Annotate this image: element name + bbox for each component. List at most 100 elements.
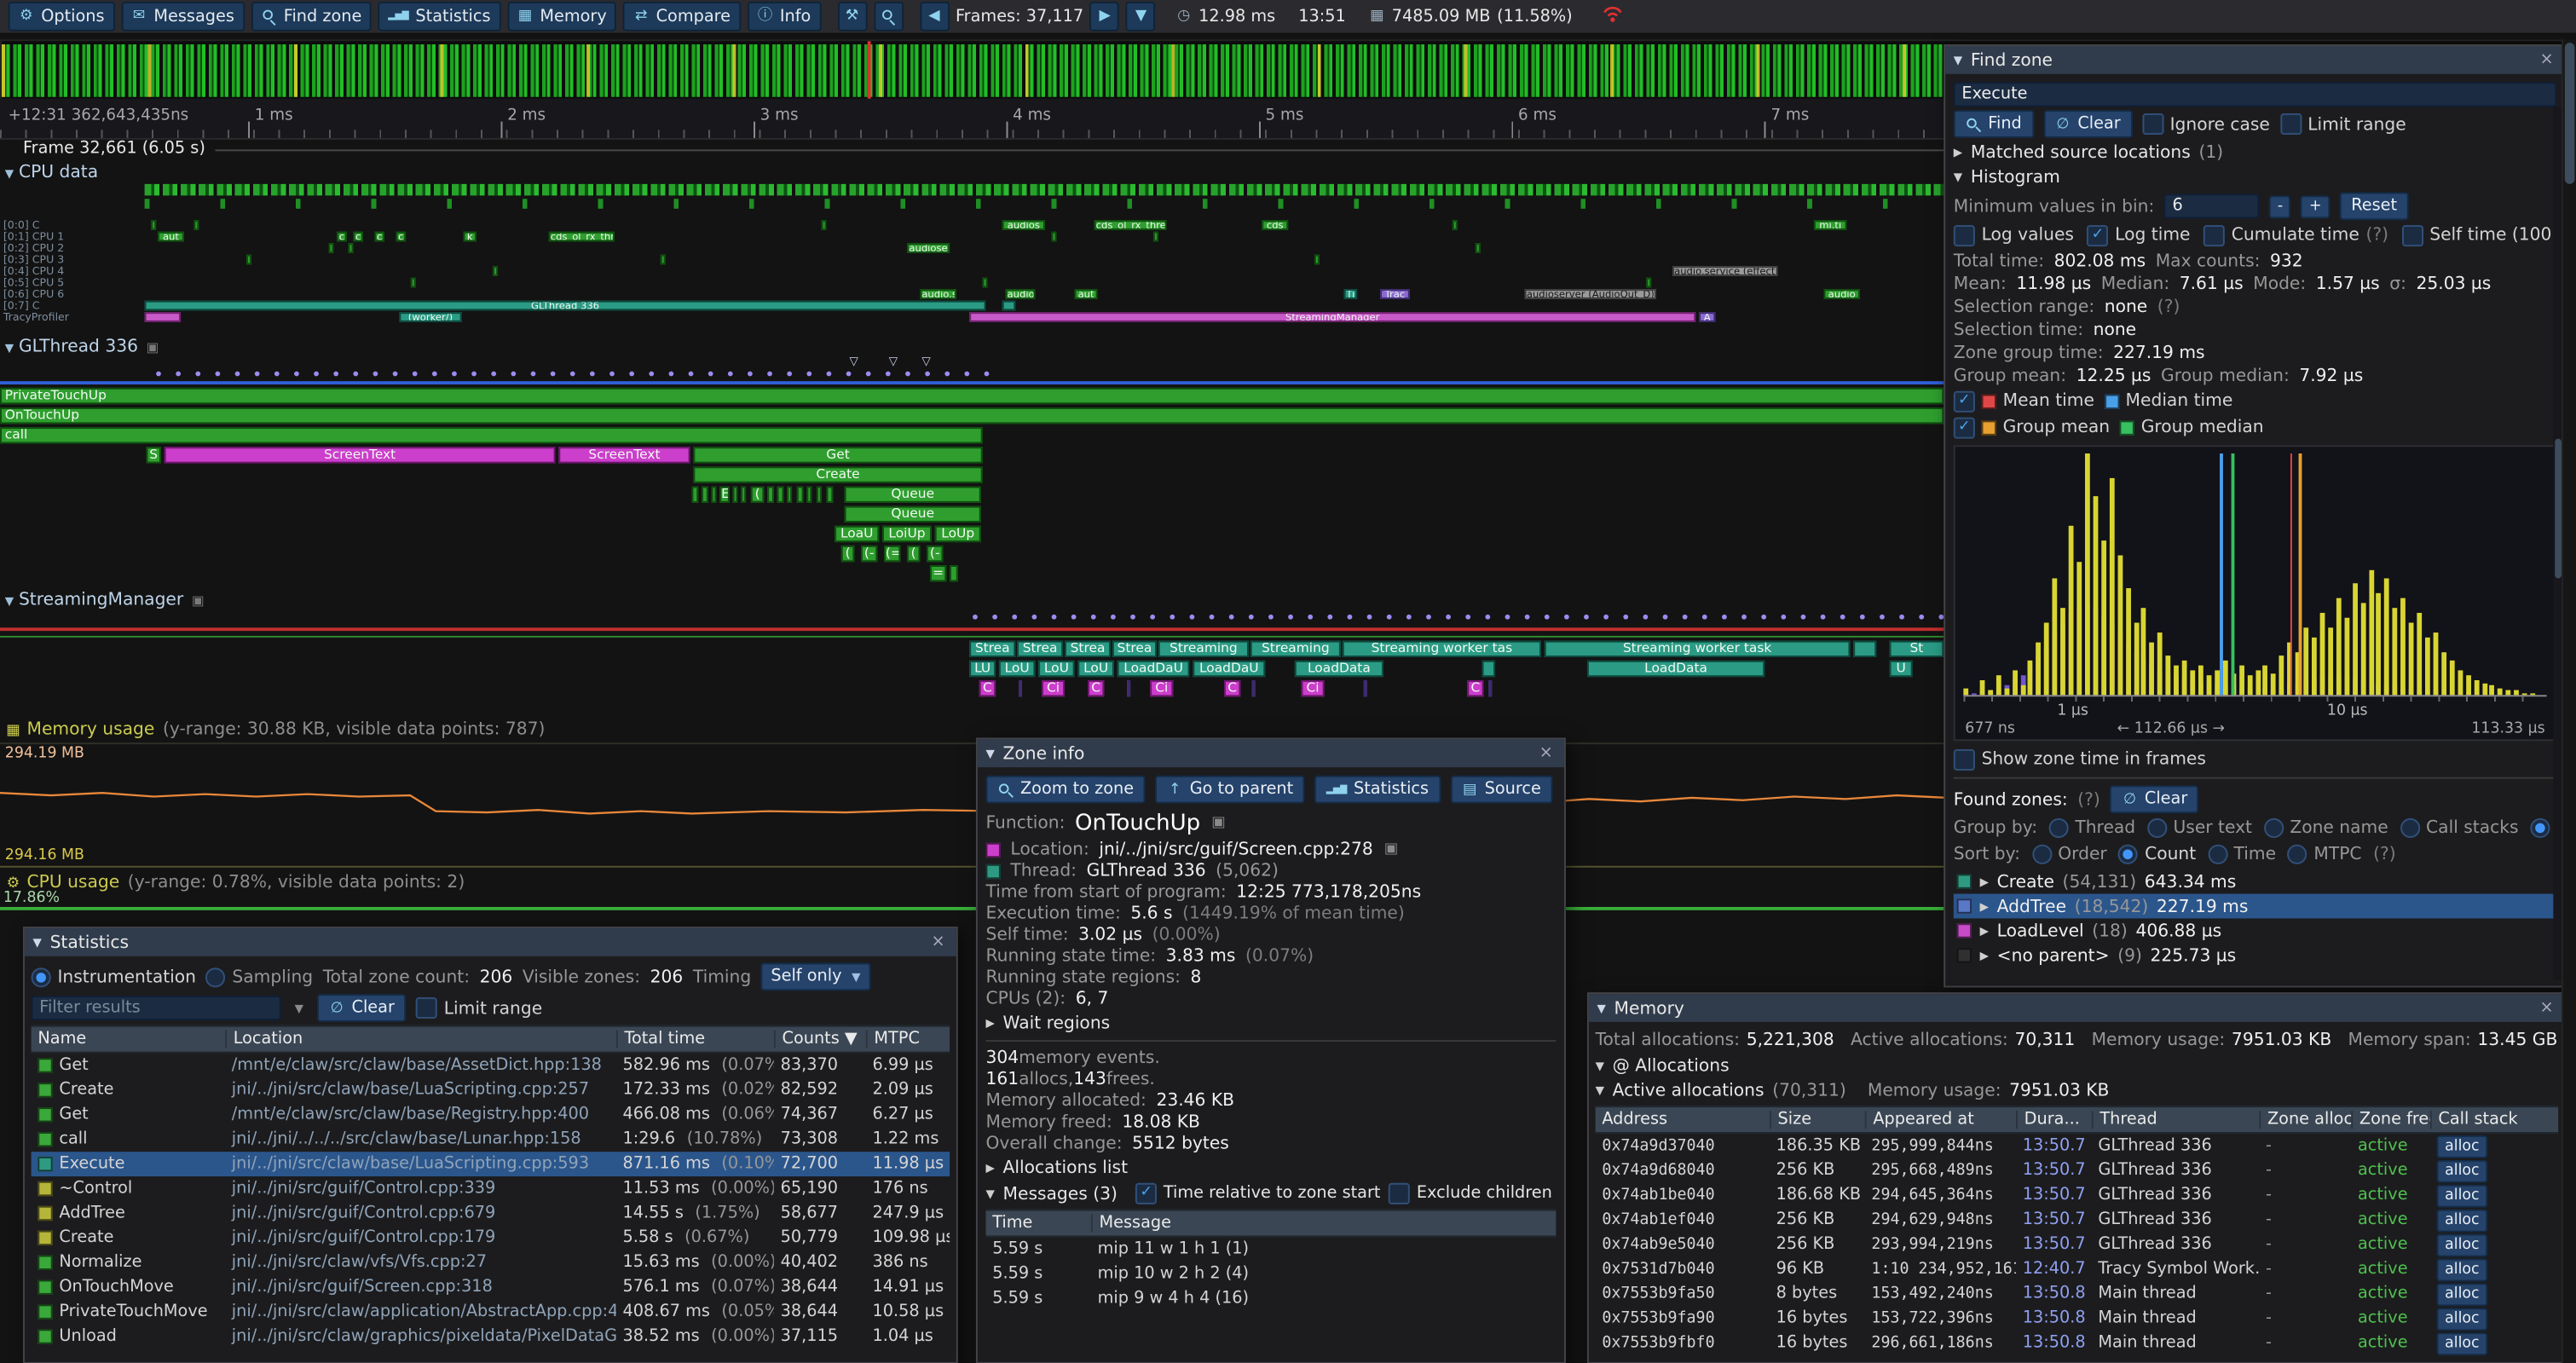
time-relative-checkbox[interactable]: ✓Time relative to zone start <box>1135 1183 1380 1204</box>
zone[interactable]: LoU <box>1038 661 1074 677</box>
cpu-zone[interactable]: audiose <box>907 243 950 253</box>
cpu-zone[interactable]: audioserver (AudioOut_D) <box>1525 289 1656 299</box>
cpu-zone[interactable] <box>329 243 334 253</box>
message-row[interactable]: 5.59 smip 11 w 1 h 1 (1) <box>986 1237 1557 1262</box>
message-marker-icon[interactable]: ▽ <box>889 356 898 367</box>
zone[interactable]: Streaming worker task <box>1545 641 1851 657</box>
cpu-zone[interactable] <box>1002 301 1015 311</box>
zone[interactable]: ScreenText <box>165 447 556 463</box>
zone[interactable]: (= <box>884 546 900 562</box>
stats-row[interactable]: Unloadjni/../jni/src/claw/graphics/pixel… <box>32 1325 950 1349</box>
zone[interactable]: S <box>147 447 161 463</box>
cpu-zone[interactable]: Trac <box>1380 289 1410 299</box>
allocation-row[interactable]: 0x7553b9fa9016 bytes153,722,396ns13:50.8… <box>1596 1306 2559 1331</box>
zone[interactable]: C <box>1224 680 1240 696</box>
zone[interactable]: Get <box>693 447 982 463</box>
cpu-zone[interactable] <box>1314 255 1320 265</box>
collapse-triangle-icon[interactable]: ▼ <box>986 747 995 759</box>
zone[interactable]: LoadData <box>1295 661 1383 677</box>
column-header[interactable]: Location <box>225 1031 616 1048</box>
allocation-row[interactable]: 0x74a9d68040256 KB295,668,489ns13:50.7GL… <box>1596 1158 2559 1183</box>
allocation-row[interactable]: 0x74ab1be040186.68 KB294,645,364ns13:50.… <box>1596 1183 2559 1208</box>
zone[interactable] <box>1019 680 1022 696</box>
cpu-zone[interactable]: audio.se <box>920 289 956 299</box>
cpu-zone[interactable]: Ti <box>1344 289 1357 299</box>
option-checkbox-cumulate-time[interactable]: Cumulate time(?) <box>2203 224 2388 245</box>
collapse-triangle-icon[interactable]: ▼ <box>1597 1002 1606 1014</box>
column-header[interactable]: Address <box>1596 1111 1770 1129</box>
alloc-callstack-button[interactable]: alloc <box>2436 1135 2487 1158</box>
column-header[interactable]: Zone free <box>2351 1111 2430 1129</box>
zone[interactable] <box>827 487 834 503</box>
cpu-zone[interactable]: audios <box>1002 220 1045 230</box>
cpu-zone[interactable] <box>1646 278 1651 288</box>
limit-range-checkbox[interactable]: Limit range <box>2279 113 2406 135</box>
zone[interactable]: ( <box>751 487 764 503</box>
find-button[interactable]: Find <box>1954 110 2033 138</box>
zone[interactable] <box>767 487 774 503</box>
wait-regions-header[interactable]: ▶Wait regions <box>986 1014 1557 1033</box>
zoom-to-zone-button[interactable]: Zoom to zone <box>986 776 1146 804</box>
zone[interactable]: Strea <box>1065 641 1111 657</box>
zone[interactable] <box>806 487 811 503</box>
zone[interactable]: Ci <box>1302 680 1325 696</box>
zone[interactable]: LU <box>969 661 996 677</box>
zone[interactable]: U <box>1890 661 1913 677</box>
allocations-section-header[interactable]: ▼@ Allocations <box>1596 1056 2559 1076</box>
messages-header[interactable]: ▼Messages (3) ✓Time relative to zone sta… <box>986 1183 1557 1204</box>
zone[interactable]: = <box>930 565 946 581</box>
prev-frame-button[interactable]: ◀ <box>920 2 950 32</box>
cpu-zone[interactable] <box>193 220 199 230</box>
zone[interactable]: C <box>979 680 996 696</box>
zone[interactable]: ( <box>841 546 854 562</box>
cpu-zone[interactable] <box>246 255 251 265</box>
zone-info-titlebar[interactable]: ▼ Zone info × <box>978 739 1564 767</box>
cpu-data-header[interactable]: ▼CPU data <box>5 163 98 182</box>
zone[interactable]: OnTouchUp <box>0 407 1944 424</box>
toolbar-tool-button[interactable] <box>837 2 867 32</box>
cpu-zone[interactable]: cds_ol_rx_threa <box>1095 220 1167 230</box>
column-header[interactable]: Total time <box>616 1031 774 1048</box>
sort-by-time[interactable]: Time <box>2208 845 2276 864</box>
min-bin-input[interactable] <box>2164 193 2260 218</box>
zone[interactable]: LoU <box>1077 661 1113 677</box>
cpu-zone[interactable] <box>1052 232 1057 242</box>
alloc-callstack-button[interactable]: alloc <box>2436 1307 2487 1330</box>
glthread-header[interactable]: ▼GLThread 336▣ <box>5 337 159 356</box>
zone[interactable] <box>741 487 746 503</box>
allocation-row[interactable]: 0x74a9d37040186.35 KB295,999,844ns13:50.… <box>1596 1134 2559 1158</box>
zone[interactable] <box>777 487 784 503</box>
column-header[interactable]: Zone alloc <box>2259 1111 2351 1129</box>
stats-row[interactable]: ~Controljni/../jni/src/guif/Control.cpp:… <box>32 1176 950 1201</box>
zone[interactable]: LoadDaU <box>1193 661 1265 677</box>
zone[interactable]: ( <box>907 546 920 562</box>
column-header[interactable]: MTPC <box>866 1031 950 1048</box>
active-allocations-header[interactable]: ▼Active allocations (70,311) Memory usag… <box>1596 1081 2559 1100</box>
zone[interactable]: Streaming <box>1250 641 1341 657</box>
cpu-zone[interactable]: audio <box>1824 289 1860 299</box>
allocation-row[interactable]: 0x7531d7b04096 KB1:10 234,952,16112:40.7… <box>1596 1257 2559 1282</box>
expand-triangle-icon[interactable]: ▶ <box>1980 875 1989 887</box>
group-by-call-stacks[interactable]: Call stacks <box>2400 818 2518 838</box>
expand-triangle-icon[interactable]: ▶ <box>1980 899 1989 912</box>
stats-row[interactable]: Get/mnt/e/claw/src/claw/base/AssetDict.h… <box>32 1054 950 1078</box>
toolbar-button-compare[interactable]: Compare <box>623 2 741 32</box>
zone[interactable]: LoiUp <box>882 526 932 542</box>
clear-found-button[interactable]: Clear <box>2110 785 2198 813</box>
alloc-callstack-button[interactable]: alloc <box>2436 1233 2487 1256</box>
cpu-zone[interactable]: audio.service (effect) <box>1672 266 1777 276</box>
cpu-usage-header[interactable]: CPU usage(y-range: 0.78%, visible data p… <box>5 873 465 892</box>
message-row[interactable]: 5.59 smip 9 w 4 h 4 (16) <box>986 1286 1557 1311</box>
toolbar-button-memory[interactable]: Memory <box>507 2 617 32</box>
allocation-row[interactable]: 0x7553b9fbf016 bytes296,661,186ns13:50.8… <box>1596 1331 2559 1355</box>
column-header[interactable]: Dura... <box>2016 1111 2092 1129</box>
cpu-zone[interactable]: c <box>337 232 347 242</box>
column-header[interactable]: Appeared at <box>1865 1111 2016 1129</box>
zone[interactable] <box>787 487 792 503</box>
zone[interactable] <box>1482 661 1495 677</box>
close-icon[interactable]: × <box>928 933 948 951</box>
histogram-section-header[interactable]: ▼Histogram <box>1954 168 2556 188</box>
zone[interactable]: Strea <box>969 641 1015 657</box>
close-icon[interactable]: × <box>2537 51 2556 69</box>
cpu-zone[interactable]: aut <box>1075 289 1098 299</box>
